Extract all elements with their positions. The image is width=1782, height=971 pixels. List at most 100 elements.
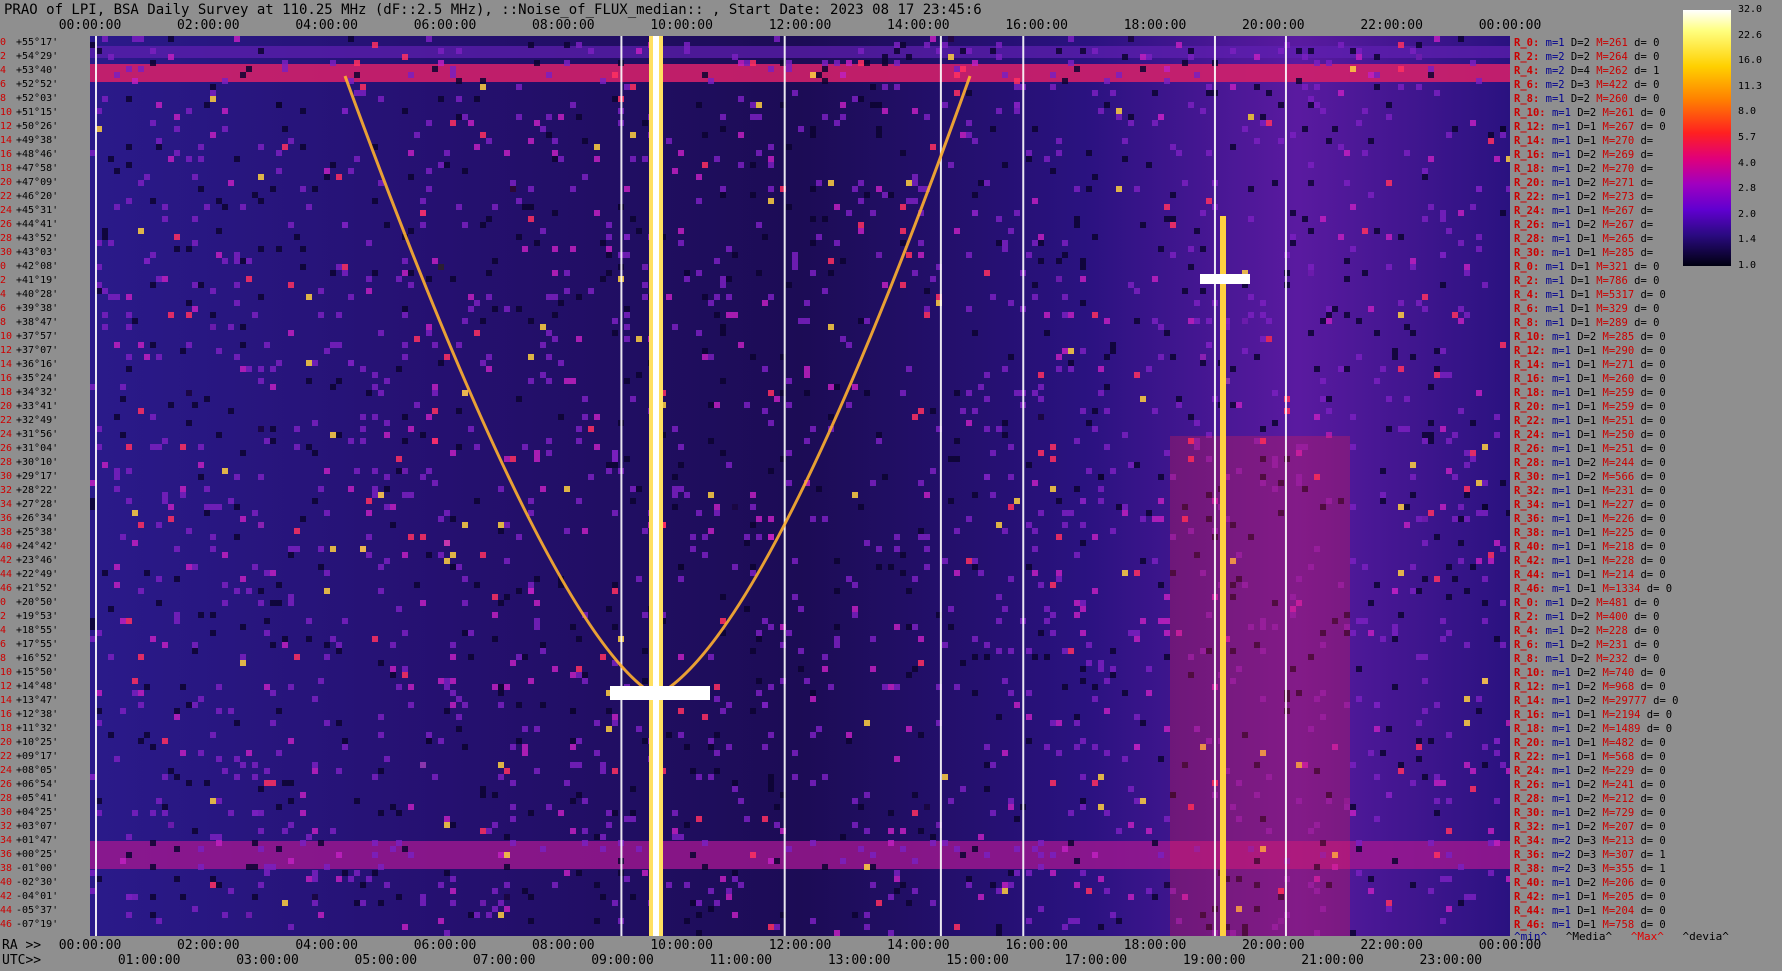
noise-pixel xyxy=(492,258,498,264)
noise-pixel xyxy=(564,528,570,534)
noise-pixel xyxy=(162,438,168,444)
noise-pixel xyxy=(1398,66,1404,72)
noise-pixel xyxy=(804,390,810,396)
noise-pixel xyxy=(210,798,216,804)
channel-label: 42 xyxy=(0,891,13,902)
channel-label: 14 xyxy=(0,135,13,146)
declination-value: +41°19' xyxy=(16,275,59,286)
noise-pixel xyxy=(1110,348,1116,354)
noise-pixel xyxy=(102,234,108,240)
noise-pixel xyxy=(1056,750,1062,756)
noise-pixel xyxy=(1230,48,1236,54)
noise-pixel xyxy=(1128,462,1134,468)
noise-pixel xyxy=(768,924,774,930)
ra-axis-tick: 14:00:00 xyxy=(887,938,950,953)
noise-pixel xyxy=(1452,516,1458,522)
stat-min: m=1 xyxy=(1551,807,1571,819)
noise-pixel xyxy=(1476,510,1482,516)
noise-pixel xyxy=(138,66,144,72)
noise-pixel xyxy=(1116,186,1122,192)
noise-pixel xyxy=(1392,684,1398,690)
noise-pixel xyxy=(624,312,630,318)
noise-pixel xyxy=(684,270,690,276)
noise-pixel xyxy=(126,144,132,150)
noise-pixel xyxy=(1386,906,1392,912)
noise-pixel xyxy=(756,690,762,696)
noise-pixel xyxy=(342,744,348,750)
noise-pixel xyxy=(402,354,408,360)
noise-pixel xyxy=(972,492,978,498)
noise-pixel xyxy=(1104,78,1110,84)
stat-label: R_32: xyxy=(1514,485,1546,497)
noise-pixel xyxy=(252,510,258,516)
declination-row: 28 +43°52' xyxy=(0,232,90,246)
noise-pixel xyxy=(810,240,816,246)
noise-pixel xyxy=(1080,606,1086,612)
noise-pixel xyxy=(720,594,726,600)
noise-pixel xyxy=(402,666,408,672)
noise-pixel xyxy=(1386,234,1392,240)
noise-pixel xyxy=(900,42,906,48)
noise-pixel xyxy=(1062,78,1068,84)
noise-pixel xyxy=(972,330,978,336)
noise-pixel xyxy=(1410,564,1416,570)
noise-pixel xyxy=(690,768,696,774)
declination-value: +52°03' xyxy=(16,93,59,104)
noise-pixel xyxy=(432,408,438,414)
noise-pixel xyxy=(972,192,978,198)
channel-label: 44 xyxy=(0,905,13,916)
noise-pixel xyxy=(1110,912,1116,918)
declination-value: +31°56' xyxy=(16,429,59,440)
noise-pixel xyxy=(204,504,210,510)
noise-pixel xyxy=(1080,630,1086,636)
noise-pixel xyxy=(474,912,480,918)
noise-pixel xyxy=(642,648,648,654)
noise-pixel xyxy=(1146,510,1152,516)
top-axis-tick: 06:00:00 xyxy=(413,18,477,33)
noise-pixel xyxy=(1308,48,1314,54)
noise-pixel xyxy=(606,708,612,714)
noise-pixel xyxy=(408,426,414,432)
noise-pixel xyxy=(336,720,342,726)
noise-pixel xyxy=(186,312,192,318)
declination-value: +27°28' xyxy=(16,499,59,510)
noise-pixel xyxy=(1098,774,1104,780)
noise-pixel xyxy=(318,840,324,846)
noise-pixel xyxy=(252,810,258,816)
noise-pixel xyxy=(156,600,162,606)
noise-pixel xyxy=(1092,234,1098,240)
noise-pixel xyxy=(354,156,360,162)
noise-pixel xyxy=(258,828,264,834)
noise-pixel xyxy=(1200,360,1206,366)
receiver-stat-row: R_22: m=1 D=1 M=251 d= 0 xyxy=(1514,414,1684,428)
noise-pixel xyxy=(408,702,414,708)
spectrogram-plot[interactable] xyxy=(90,36,1510,936)
noise-pixel xyxy=(1092,588,1098,594)
noise-pixel xyxy=(1032,390,1038,396)
noise-pixel xyxy=(132,540,138,546)
noise-pixel xyxy=(636,576,642,582)
noise-pixel xyxy=(612,900,618,906)
top-axis-tick: 22:00:00 xyxy=(1360,18,1423,33)
noise-pixel xyxy=(312,876,318,882)
noise-pixel xyxy=(138,654,144,660)
noise-pixel xyxy=(570,624,576,630)
noise-pixel xyxy=(516,234,522,240)
noise-pixel xyxy=(1098,498,1104,504)
noise-pixel xyxy=(1116,918,1122,924)
stat-max: M=212 xyxy=(1602,793,1635,805)
noise-pixel xyxy=(1122,156,1128,162)
noise-pixel xyxy=(1200,108,1206,114)
noise-pixel xyxy=(900,882,906,888)
noise-pixel xyxy=(228,498,234,504)
noise-pixel xyxy=(636,486,642,492)
noise-pixel xyxy=(1050,720,1056,726)
noise-pixel xyxy=(1134,372,1140,378)
channel-label: 22 xyxy=(0,191,13,202)
noise-pixel xyxy=(186,342,192,348)
noise-pixel xyxy=(570,798,576,804)
noise-pixel xyxy=(996,240,1002,246)
noise-pixel xyxy=(1152,408,1158,414)
noise-pixel xyxy=(180,348,186,354)
stat-min: m=2 xyxy=(1551,863,1571,875)
